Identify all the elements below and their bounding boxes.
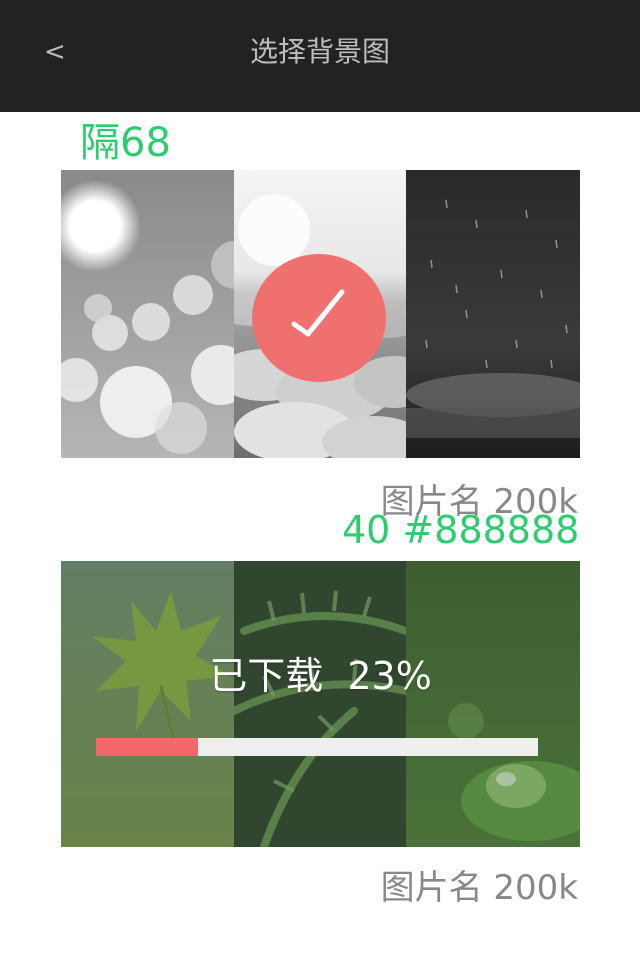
wallpaper-caption-2: 图片名 200k xyxy=(380,868,578,908)
download-status-text: 已下载 23% xyxy=(209,654,432,698)
download-progress-fill xyxy=(96,738,198,756)
top-bar: < 选择背景图 xyxy=(0,0,640,112)
selected-badge xyxy=(252,254,386,382)
spacing-color-annotation: 40 #888888 xyxy=(342,508,580,552)
thumbnail-bokeh xyxy=(61,170,234,458)
download-overlay xyxy=(61,561,580,847)
spacing-annotation: 隔68 xyxy=(80,120,171,166)
wallpaper-card-1[interactable] xyxy=(61,170,580,458)
wallpaper-card-2[interactable]: 已下载 23% xyxy=(61,561,580,847)
thumbnail-clouds xyxy=(234,170,406,458)
download-progress-bar xyxy=(96,738,538,756)
page-title: 选择背景图 xyxy=(249,35,390,68)
thumbnail-rain xyxy=(406,170,580,458)
checkmark-icon xyxy=(291,289,345,337)
